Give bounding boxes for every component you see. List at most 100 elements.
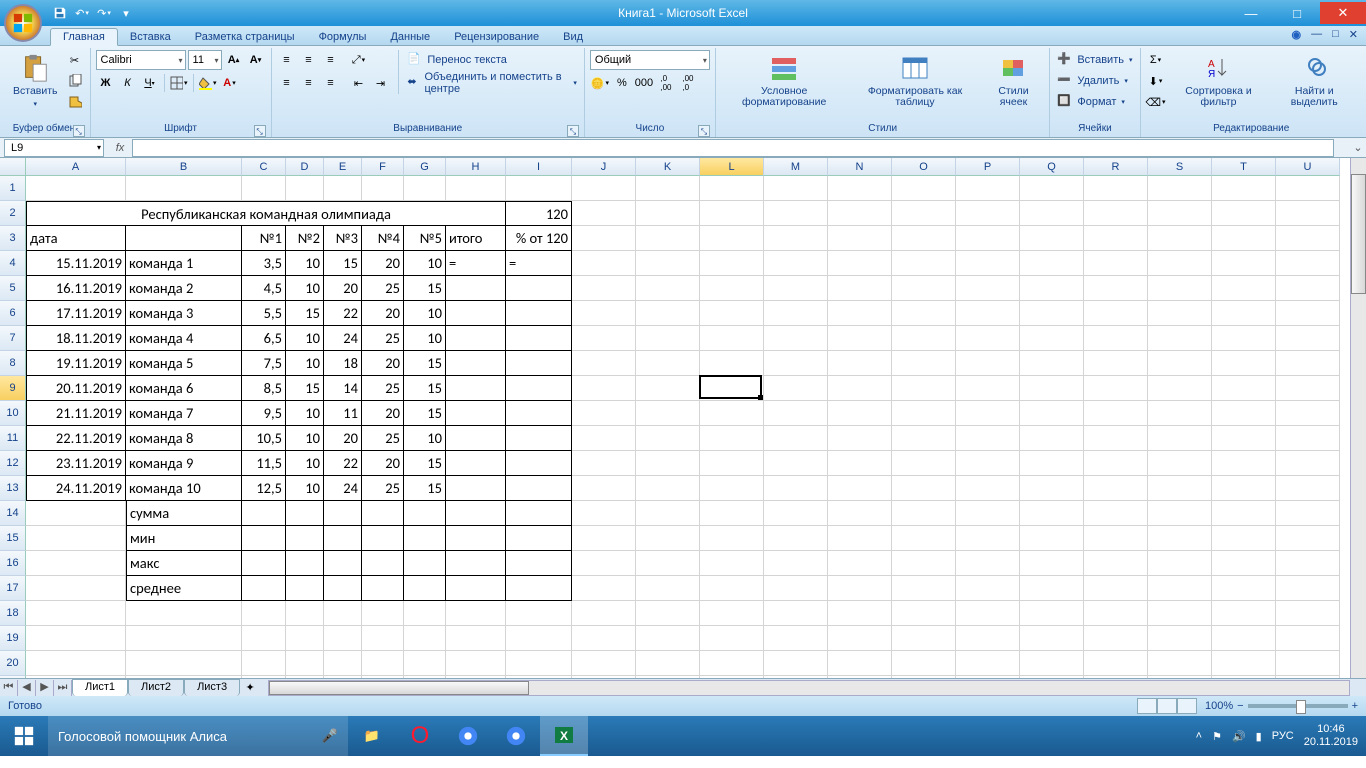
row-header[interactable]: 19 [0, 626, 26, 651]
column-header[interactable]: T [1212, 158, 1276, 176]
cell[interactable] [1212, 501, 1276, 526]
cell[interactable] [1212, 401, 1276, 426]
cell[interactable] [892, 626, 956, 651]
cell[interactable] [1020, 426, 1084, 451]
cell[interactable]: 14 [324, 376, 362, 401]
cell[interactable] [404, 526, 446, 551]
cell[interactable] [1020, 501, 1084, 526]
cell[interactable] [828, 226, 892, 251]
cell[interactable] [362, 676, 404, 678]
cell[interactable] [956, 401, 1020, 426]
cell[interactable] [1276, 351, 1340, 376]
find-select-button[interactable]: Найти и выделить [1272, 50, 1358, 110]
cell[interactable]: 10 [286, 451, 324, 476]
cell[interactable]: итого [446, 226, 506, 251]
cell[interactable] [636, 426, 700, 451]
row-header[interactable]: 11 [0, 426, 26, 451]
cell[interactable] [1148, 401, 1212, 426]
cell[interactable] [956, 376, 1020, 401]
cell[interactable]: 10 [286, 276, 324, 301]
expand-formula-bar-icon[interactable]: ⌄ [1350, 141, 1366, 154]
cell[interactable] [828, 501, 892, 526]
cell[interactable] [636, 376, 700, 401]
cell[interactable]: 25 [362, 376, 404, 401]
cell[interactable] [446, 426, 506, 451]
cell[interactable] [828, 426, 892, 451]
cell[interactable] [700, 601, 764, 626]
tab-layout[interactable]: Разметка страницы [183, 29, 307, 45]
cell[interactable] [1084, 301, 1148, 326]
cell[interactable] [828, 526, 892, 551]
cell[interactable] [956, 526, 1020, 551]
cell[interactable] [700, 501, 764, 526]
clipboard-launcher-icon[interactable]: ⤡ [73, 125, 85, 137]
row-header[interactable]: 10 [0, 401, 26, 426]
cell[interactable] [362, 501, 404, 526]
cell[interactable] [286, 526, 324, 551]
cell[interactable] [764, 576, 828, 601]
cell[interactable] [286, 576, 324, 601]
cell[interactable] [1084, 501, 1148, 526]
cell[interactable] [286, 551, 324, 576]
cell[interactable]: 18 [324, 351, 362, 376]
increase-indent-icon[interactable]: ⇥ [371, 73, 391, 93]
sheet-tab-2[interactable]: Лист2 [128, 679, 184, 696]
cell[interactable] [764, 376, 828, 401]
cell[interactable] [636, 501, 700, 526]
cell[interactable] [1020, 526, 1084, 551]
tab-home[interactable]: Главная [50, 28, 118, 46]
cell[interactable] [572, 201, 636, 226]
column-header[interactable]: F [362, 158, 404, 176]
cell[interactable] [828, 551, 892, 576]
cell[interactable] [1276, 176, 1340, 201]
cell[interactable]: 10 [286, 426, 324, 451]
cell[interactable] [700, 526, 764, 551]
cell[interactable] [956, 276, 1020, 301]
cell[interactable] [506, 301, 572, 326]
cell[interactable]: 3,5 [242, 251, 286, 276]
cell[interactable] [286, 676, 324, 678]
row-header[interactable]: 5 [0, 276, 26, 301]
cell[interactable] [764, 301, 828, 326]
cell[interactable]: команда 5 [126, 351, 242, 376]
taskbar-app-opera[interactable]: O [396, 716, 444, 756]
sort-filter-button[interactable]: АЯСортировка и фильтр [1169, 50, 1269, 110]
cell[interactable] [26, 676, 126, 678]
cell[interactable] [1212, 351, 1276, 376]
column-header[interactable]: E [324, 158, 362, 176]
cell[interactable] [1084, 451, 1148, 476]
cell-styles-button[interactable]: Стили ячеек [983, 50, 1045, 110]
minimize-button[interactable]: — [1228, 2, 1274, 24]
cell[interactable] [572, 326, 636, 351]
cell[interactable] [700, 401, 764, 426]
cell[interactable] [1084, 226, 1148, 251]
cell[interactable] [1084, 576, 1148, 601]
cell[interactable] [242, 526, 286, 551]
tab-data[interactable]: Данные [378, 29, 442, 45]
taskbar-app-chrome2[interactable] [492, 716, 540, 756]
qat-customize-icon[interactable]: ▾ [118, 5, 134, 21]
fill-color-icon[interactable] [198, 73, 218, 93]
cell[interactable] [1148, 301, 1212, 326]
cell[interactable] [636, 251, 700, 276]
cell[interactable] [324, 526, 362, 551]
cell[interactable] [286, 651, 324, 676]
normal-view-icon[interactable] [1137, 698, 1157, 714]
cell[interactable] [26, 526, 126, 551]
cell[interactable]: команда 7 [126, 401, 242, 426]
cell[interactable] [892, 401, 956, 426]
fx-icon[interactable]: fx [108, 142, 132, 154]
cell[interactable]: = [506, 251, 572, 276]
cell[interactable] [446, 476, 506, 501]
sheet-nav-last-icon[interactable]: ⏭ [54, 680, 72, 696]
cell[interactable] [1212, 651, 1276, 676]
cell[interactable]: 25 [362, 326, 404, 351]
cell[interactable] [700, 326, 764, 351]
cell[interactable]: 25 [362, 276, 404, 301]
cell[interactable] [324, 501, 362, 526]
cell[interactable] [828, 626, 892, 651]
cell[interactable] [506, 276, 572, 301]
cell[interactable]: 20 [362, 301, 404, 326]
cell[interactable] [446, 351, 506, 376]
row-header[interactable]: 21 [0, 676, 26, 678]
